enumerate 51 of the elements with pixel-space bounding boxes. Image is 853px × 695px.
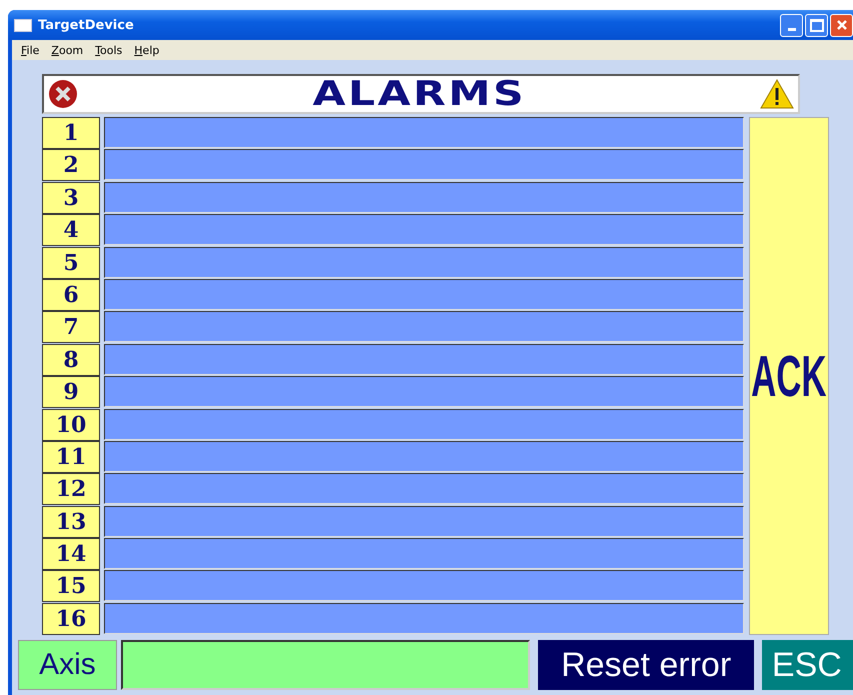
alarm-number: 1 xyxy=(42,117,100,149)
close-button[interactable] xyxy=(830,14,853,36)
reset-error-button[interactable]: Reset error xyxy=(538,640,754,690)
alarm-row[interactable] xyxy=(104,506,744,537)
alarm-number: 5 xyxy=(42,246,100,279)
alarm-row[interactable] xyxy=(104,538,744,570)
maximize-icon xyxy=(810,18,824,32)
minimize-icon xyxy=(788,28,796,30)
esc-button[interactable]: ESC xyxy=(762,640,853,690)
alarm-number: 6 xyxy=(42,278,100,311)
alarm-number: 11 xyxy=(42,440,100,473)
alarm-row[interactable] xyxy=(104,214,744,246)
alarm-row[interactable] xyxy=(104,440,744,472)
alarm-row[interactable] xyxy=(104,182,744,213)
alarm-number: 16 xyxy=(42,602,100,635)
window-title: TargetDevice xyxy=(38,18,134,32)
close-icon xyxy=(836,19,848,31)
maximize-button[interactable] xyxy=(805,14,828,36)
alarm-number: 4 xyxy=(42,214,100,246)
alarm-row[interactable] xyxy=(104,570,744,602)
alarm-row[interactable] xyxy=(104,278,744,310)
warning-icon xyxy=(760,79,794,109)
alarm-row[interactable] xyxy=(104,602,744,634)
menu-item[interactable]: File xyxy=(21,44,40,56)
error-icon xyxy=(48,79,78,109)
alarm-row[interactable] xyxy=(104,408,744,440)
alarm-number: 12 xyxy=(42,473,100,506)
alarm-row[interactable] xyxy=(104,376,744,408)
alarm-number: 14 xyxy=(42,538,100,570)
menu-item[interactable]: Help xyxy=(134,44,160,56)
alarm-row[interactable] xyxy=(104,246,744,278)
alarm-row[interactable] xyxy=(104,117,744,148)
alarm-number: 8 xyxy=(42,344,100,376)
alarms-title: ALARMS xyxy=(312,74,526,114)
alarm-number: 13 xyxy=(42,506,100,538)
alarm-number: 10 xyxy=(42,408,100,441)
menu-item[interactable]: Tools xyxy=(95,44,122,56)
alarm-row[interactable] xyxy=(104,344,744,375)
minimize-button[interactable] xyxy=(780,14,803,36)
alarm-number: 15 xyxy=(42,570,100,602)
alarm-row[interactable] xyxy=(104,473,744,504)
app-icon xyxy=(14,18,32,32)
alarm-number: 3 xyxy=(42,182,100,214)
alarm-number: 7 xyxy=(42,311,100,344)
menu-item[interactable]: Zoom xyxy=(51,44,84,56)
alarm-number: 9 xyxy=(42,376,100,408)
ack-button[interactable]: ACK xyxy=(749,117,829,635)
alarm-number: 2 xyxy=(42,149,100,182)
alarm-row[interactable] xyxy=(104,311,744,342)
axis-label: Axis xyxy=(18,640,117,690)
alarm-row[interactable] xyxy=(104,149,744,180)
